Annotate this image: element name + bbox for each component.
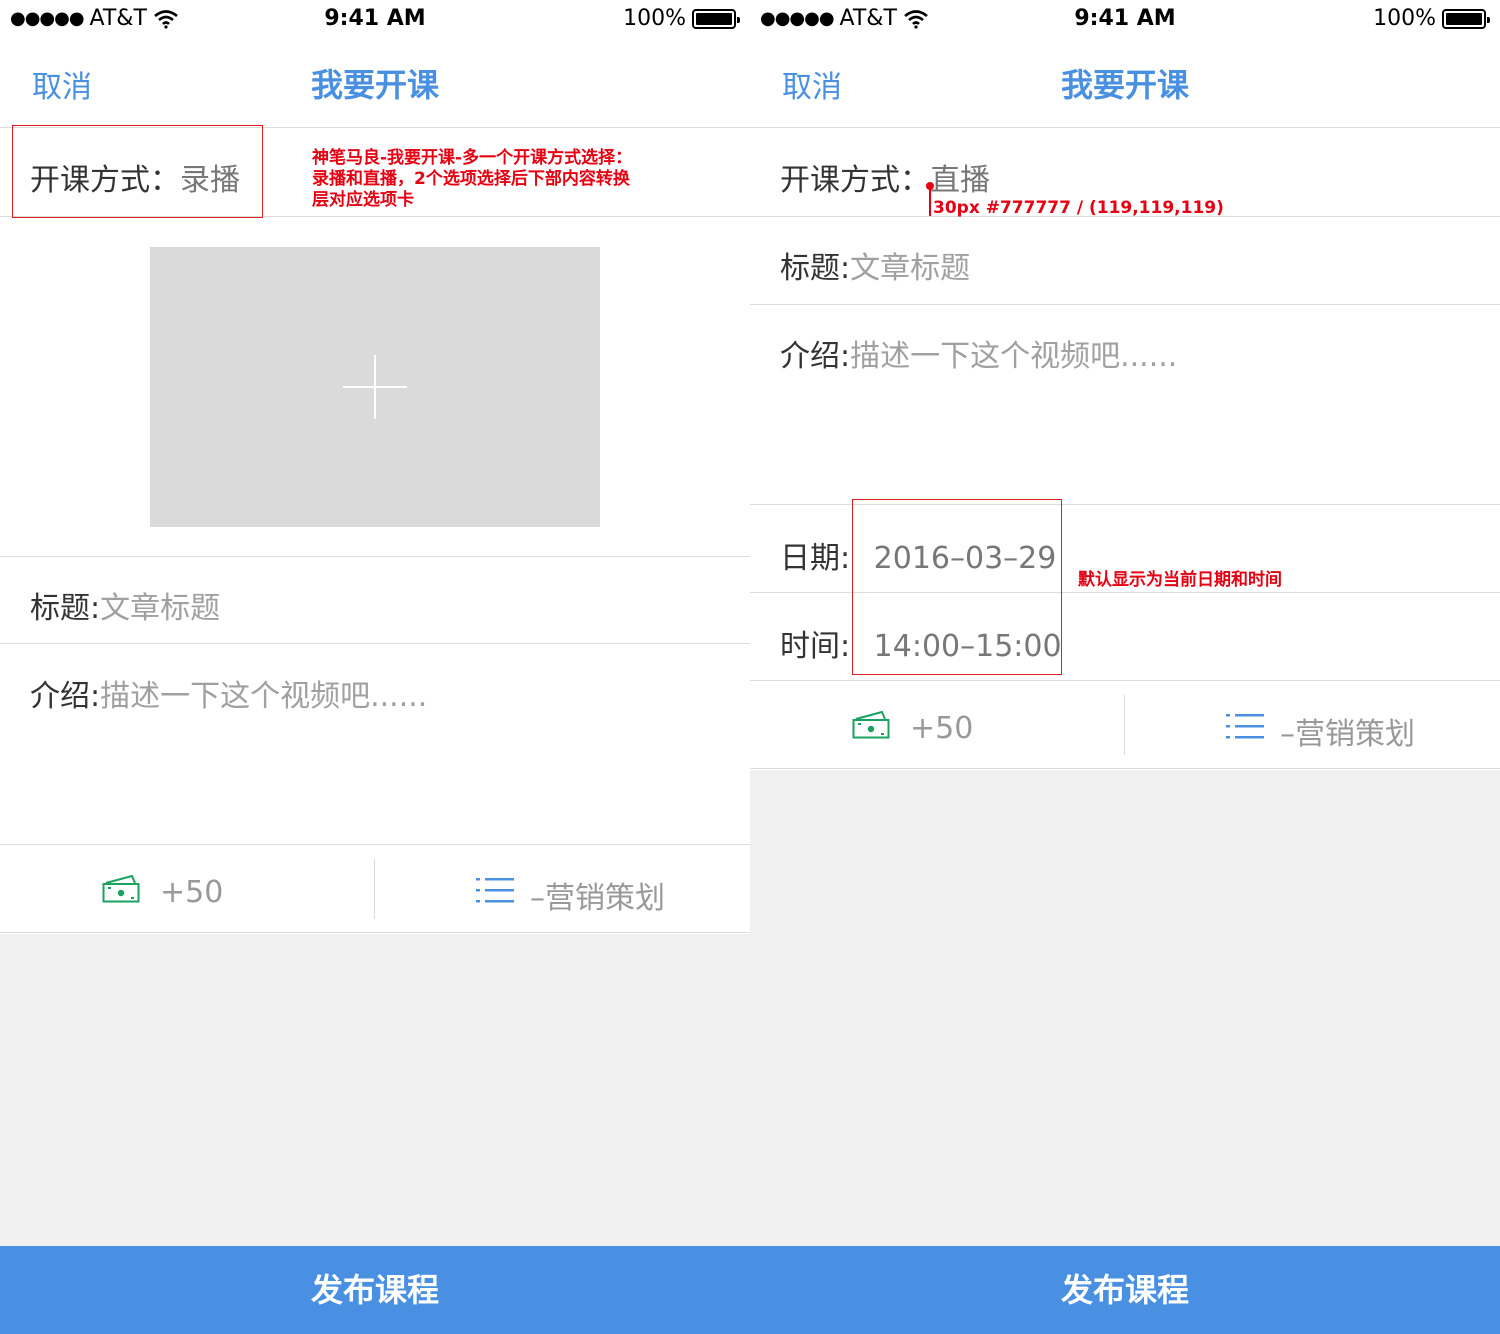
right-screen-live: ●●●●● AT&T 9:41 AM 100% 取消 我要开课 开课方式：直播 [750,0,1500,1334]
money-icon[interactable] [102,873,140,903]
course-mode-value[interactable]: 直播 [930,163,990,198]
video-upload-box[interactable] [150,247,600,527]
action-bar: +50 –营销策划 [750,681,1500,769]
action-divider [374,859,375,919]
intro-textarea[interactable]: 描述一下这个视频吧...... [850,339,1177,374]
list-icon[interactable] [1226,713,1264,739]
battery-percent: 100% [623,6,686,31]
title-row[interactable]: 标题:文章标题 [750,217,1500,305]
annotation-default-date-time: 默认显示为当前日期和时间 [1078,570,1282,590]
battery-icon [692,8,740,29]
title-row[interactable]: 标题:文章标题 [0,556,750,644]
intro-field[interactable]: 介绍:描述一下这个视频吧...... [30,671,427,715]
course-mode-label: 开课方式： [780,163,930,198]
money-icon[interactable] [852,709,890,739]
publish-course-button[interactable]: 发布课程 [750,1246,1500,1334]
status-right: 100% [1373,6,1490,31]
status-bar: ●●●●● AT&T 9:41 AM 100% [750,0,1500,40]
empty-area [750,770,1500,1246]
money-reward[interactable]: +50 [160,875,223,910]
publish-course-button[interactable]: 发布课程 [0,1246,750,1334]
status-bar: ●●●●● AT&T 9:41 AM 100% [0,0,750,40]
annotation-box-course-mode [12,125,263,218]
intro-row[interactable]: 介绍:描述一下这个视频吧...... [750,305,1500,505]
action-bar: +50 –营销策划 [0,845,750,933]
annotation-font-spec: 30px #777777 / (119,119,119) [933,198,1224,218]
page-title: 我要开课 [1060,66,1189,104]
title-label: 标题: [30,591,101,626]
nav-bar: 取消 我要开课 [0,40,750,128]
title-field[interactable]: 标题:文章标题 [780,243,970,287]
title-label: 标题: [780,251,851,286]
title-field[interactable]: 标题:文章标题 [30,583,220,627]
date-label: 日期: [780,541,851,576]
action-divider [1124,695,1125,755]
battery-percent: 100% [1373,6,1436,31]
marketing-plan-button[interactable]: –营销策划 [1280,709,1415,753]
annotation-course-mode: 神笔马良-我要开课-多一个开课方式选择：录播和直播，2个选项选择后下部内容转换层… [312,148,633,210]
money-reward[interactable]: +50 [910,711,973,746]
annotation-marker-line [929,188,931,216]
title-input[interactable]: 文章标题 [850,251,970,286]
list-icon[interactable] [476,877,514,903]
status-right: 100% [623,6,740,31]
course-mode-field[interactable]: 开课方式：直播 [780,155,990,199]
title-input[interactable]: 文章标题 [100,591,220,626]
intro-field[interactable]: 介绍:描述一下这个视频吧...... [780,331,1177,375]
page-title: 我要开课 [310,66,439,104]
nav-bar: 取消 我要开课 [750,40,1500,128]
annotation-box-date-time [852,499,1062,675]
intro-textarea[interactable]: 描述一下这个视频吧...... [100,679,427,714]
marketing-plan-button[interactable]: –营销策划 [530,873,665,917]
time-label: 时间: [780,629,851,664]
empty-area [0,934,750,1246]
intro-label: 介绍: [30,679,101,714]
intro-label: 介绍: [780,339,851,374]
battery-icon [1442,8,1490,29]
left-screen-recorded: ●●●●● AT&T 9:41 AM 100% 取消 我要开课 开课方式：录播 [0,0,750,1334]
intro-row[interactable]: 介绍:描述一下这个视频吧...... [0,645,750,845]
